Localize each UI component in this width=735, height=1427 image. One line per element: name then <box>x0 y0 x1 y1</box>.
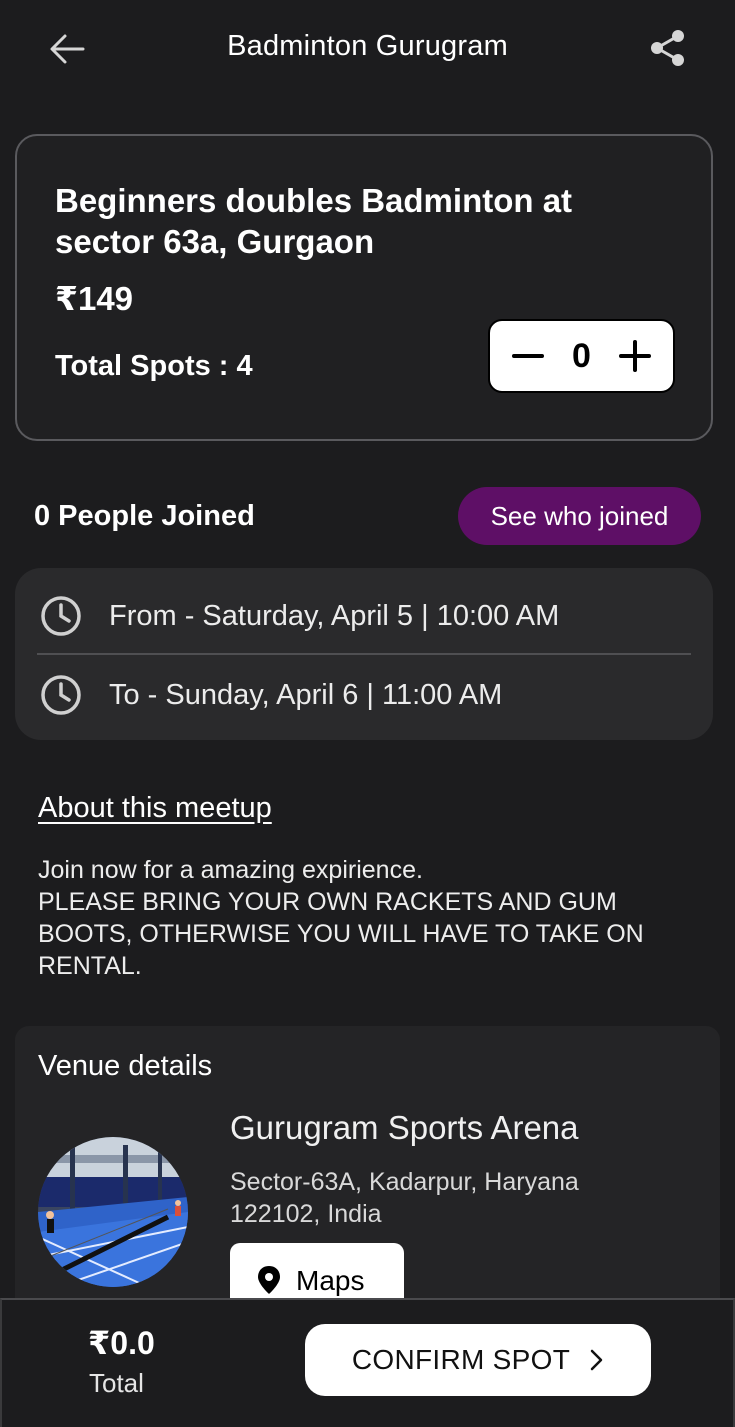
page-title: Badminton Gurugram <box>227 30 508 62</box>
venue-photo <box>38 1137 188 1287</box>
clock-icon <box>41 675 81 715</box>
event-card: Beginners doubles Badminton at sector 63… <box>15 134 713 441</box>
total-amount: ₹0.0 <box>88 1325 155 1361</box>
chevron-right-icon <box>590 1349 603 1371</box>
venue-address: Sector-63A, Kadarpur, Haryana 122102, In… <box>230 1168 579 1228</box>
venue-heading: Venue details <box>38 1050 213 1082</box>
schedule-from-text: From - Saturday, April 5 | 10:00 AM <box>109 599 560 632</box>
venue-card: Venue details Gurugram Sports Arena Sect… <box>15 1026 720 1326</box>
total-label: Total <box>89 1368 144 1398</box>
bottom-bar: ₹0.0 Total CONFIRM SPOT <box>0 1298 735 1427</box>
top-app-bar: Badminton Gurugram <box>0 0 735 100</box>
schedule-card: From - Saturday, April 5 | 10:00 AM To -… <box>15 568 713 740</box>
divider <box>37 653 691 655</box>
see-who-joined-button[interactable]: See who joined <box>458 487 701 545</box>
decrement-button[interactable] <box>508 336 548 376</box>
schedule-from-row: From - Saturday, April 5 | 10:00 AM <box>39 591 559 641</box>
share-button[interactable] <box>644 24 692 72</box>
clock-icon <box>41 596 81 636</box>
increment-button[interactable] <box>615 336 655 376</box>
people-joined-count: 0 People Joined <box>34 500 255 532</box>
event-title: Beginners doubles Badminton at sector 63… <box>55 182 573 260</box>
minus-icon <box>512 354 544 358</box>
schedule-to-text: To - Sunday, April 6 | 11:00 AM <box>109 678 503 711</box>
confirm-spot-label: CONFIRM SPOT <box>351 1344 571 1375</box>
venue-name: Gurugram Sports Arena <box>230 1109 579 1146</box>
quantity-value: 0 <box>572 336 591 375</box>
share-icon <box>651 30 684 66</box>
total-spots: Total Spots : 4 <box>55 350 253 382</box>
about-description: Join now for a amazing expirience. PLEAS… <box>38 856 644 980</box>
plus-icon <box>618 340 651 372</box>
about-heading: About this meetup <box>38 792 272 824</box>
maps-label: Maps <box>296 1265 365 1296</box>
confirm-spot-button[interactable]: CONFIRM SPOT <box>305 1324 651 1396</box>
event-price: ₹149 <box>55 280 134 317</box>
map-pin-icon <box>258 1266 280 1294</box>
quantity-stepper: 0 <box>488 319 675 393</box>
schedule-to-row: To - Sunday, April 6 | 11:00 AM <box>39 670 502 720</box>
